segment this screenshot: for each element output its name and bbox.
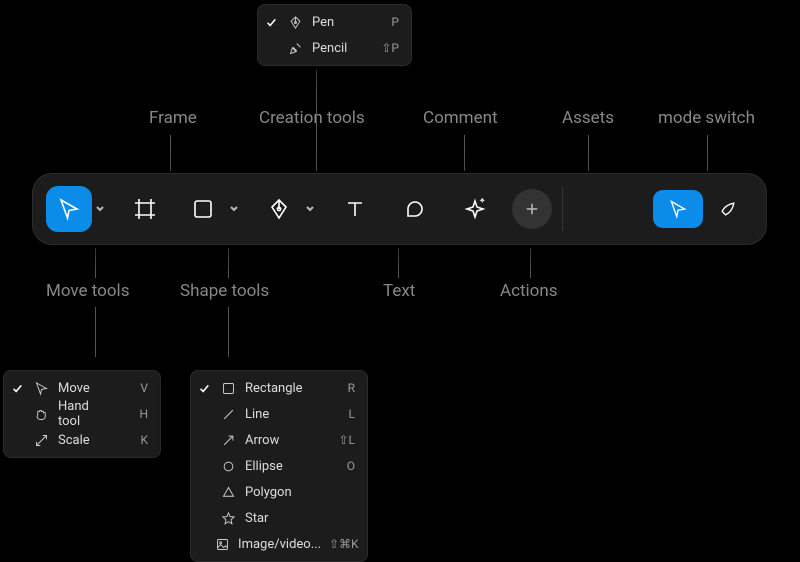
polygon-icon	[219, 485, 237, 500]
flyout-item-shortcut: P	[373, 15, 399, 29]
flyout-item-label: Move	[58, 381, 114, 396]
label-mode-switch: mode switch	[658, 108, 755, 128]
move-flyout-item-move[interactable]: Move V	[4, 375, 160, 401]
label-frame: Frame	[149, 108, 197, 128]
pen-flyout: Pen P Pencil ⇧P	[257, 4, 412, 66]
move-flyout: Move V Hand tool H Scale K	[3, 370, 161, 458]
rect-icon	[219, 381, 237, 396]
pen-tool-chevron[interactable]	[302, 186, 318, 232]
label-creation-tools: Creation tools	[259, 108, 365, 128]
pen-icon	[286, 15, 304, 30]
flyout-item-shortcut: O	[329, 459, 355, 473]
shape-flyout-item-ellipse[interactable]: Ellipse O	[191, 453, 367, 479]
mode-design[interactable]	[653, 190, 703, 228]
text-tool[interactable]	[332, 186, 378, 232]
label-actions: Actions	[500, 281, 558, 301]
move-flyout-item-hand-tool[interactable]: Hand tool H	[4, 401, 160, 427]
leader-mode-switch	[707, 135, 708, 171]
flyout-item-shortcut: K	[122, 433, 148, 447]
pen-flyout-item-pen[interactable]: Pen P	[258, 9, 411, 35]
flyout-item-label: Pencil	[312, 41, 365, 56]
flyout-item-shortcut: ⇧P	[373, 41, 399, 55]
check-icon	[264, 16, 278, 28]
main-toolbar	[32, 173, 767, 245]
mode-draw[interactable]	[703, 190, 753, 228]
flyout-item-shortcut: ⇧L	[329, 433, 355, 447]
line-icon	[219, 407, 237, 422]
flyout-item-shortcut: V	[122, 381, 148, 395]
frame-tool[interactable]	[122, 186, 168, 232]
add-assets[interactable]	[512, 189, 552, 229]
move-tool[interactable]	[46, 186, 92, 232]
flyout-item-label: Scale	[58, 433, 114, 448]
check-icon	[197, 382, 211, 394]
leader-comment	[464, 135, 465, 171]
flyout-item-label: Line	[245, 407, 321, 422]
star-icon	[219, 511, 237, 526]
shape-flyout-item-line[interactable]: Line L	[191, 401, 367, 427]
shape-flyout-item-arrow[interactable]: Arrow ⇧L	[191, 427, 367, 453]
ellipse-icon	[219, 459, 237, 474]
shape-flyout-item-polygon[interactable]: Polygon	[191, 479, 367, 505]
move-flyout-item-scale[interactable]: Scale K	[4, 427, 160, 453]
leader-actions	[530, 248, 531, 278]
flyout-item-label: Hand tool	[58, 399, 114, 429]
flyout-item-label: Image/video...	[238, 537, 321, 552]
label-text: Text	[383, 281, 415, 301]
toolbar-divider	[562, 187, 563, 231]
leader-shape-tools-bot	[228, 307, 229, 357]
leader-move-tools-bot	[95, 307, 96, 357]
flyout-item-label: Star	[245, 511, 321, 526]
check-icon	[10, 382, 24, 394]
leader-move-tools-top	[95, 248, 96, 278]
flyout-item-label: Rectangle	[245, 381, 321, 396]
shape-flyout-item-star[interactable]: Star	[191, 505, 367, 531]
leader-frame	[170, 135, 171, 171]
flyout-item-shortcut: H	[122, 407, 148, 421]
label-assets: Assets	[562, 108, 614, 128]
pen-flyout-item-pencil[interactable]: Pencil ⇧P	[258, 35, 411, 61]
leader-shape-tools-top	[228, 248, 229, 278]
flyout-item-label: Arrow	[245, 433, 321, 448]
image-icon	[215, 537, 230, 552]
arrow-icon	[219, 433, 237, 448]
flyout-item-shortcut: ⇧⌘K	[329, 537, 355, 551]
shape-flyout-item-rectangle[interactable]: Rectangle R	[191, 375, 367, 401]
flyout-item-label: Polygon	[245, 485, 321, 500]
flyout-item-shortcut: R	[329, 381, 355, 395]
hand-icon	[32, 407, 50, 422]
leader-creation-tools	[316, 70, 317, 171]
label-shape-tools: Shape tools	[180, 281, 269, 301]
move-tool-chevron[interactable]	[92, 186, 108, 232]
comment-tool[interactable]	[392, 186, 438, 232]
leader-assets	[588, 135, 589, 171]
leader-text	[398, 248, 399, 278]
shape-flyout: Rectangle R Line L Arrow ⇧L Ellipse O Polygon Sta…	[190, 370, 368, 562]
shape-tool-chevron[interactable]	[226, 186, 242, 232]
mode-switch	[653, 186, 753, 232]
label-comment: Comment	[423, 108, 498, 128]
shape-tool[interactable]	[180, 186, 226, 232]
flyout-item-label: Pen	[312, 15, 365, 30]
flyout-item-label: Ellipse	[245, 459, 321, 474]
pen-tool[interactable]	[256, 186, 302, 232]
pencil-icon	[286, 41, 304, 56]
shape-flyout-item-image-video-[interactable]: Image/video... ⇧⌘K	[191, 531, 367, 557]
scale-icon	[32, 433, 50, 448]
actions-tool[interactable]	[452, 186, 498, 232]
label-move-tools: Move tools	[46, 281, 129, 301]
cursor-icon	[32, 381, 50, 396]
flyout-item-shortcut: L	[329, 407, 355, 421]
